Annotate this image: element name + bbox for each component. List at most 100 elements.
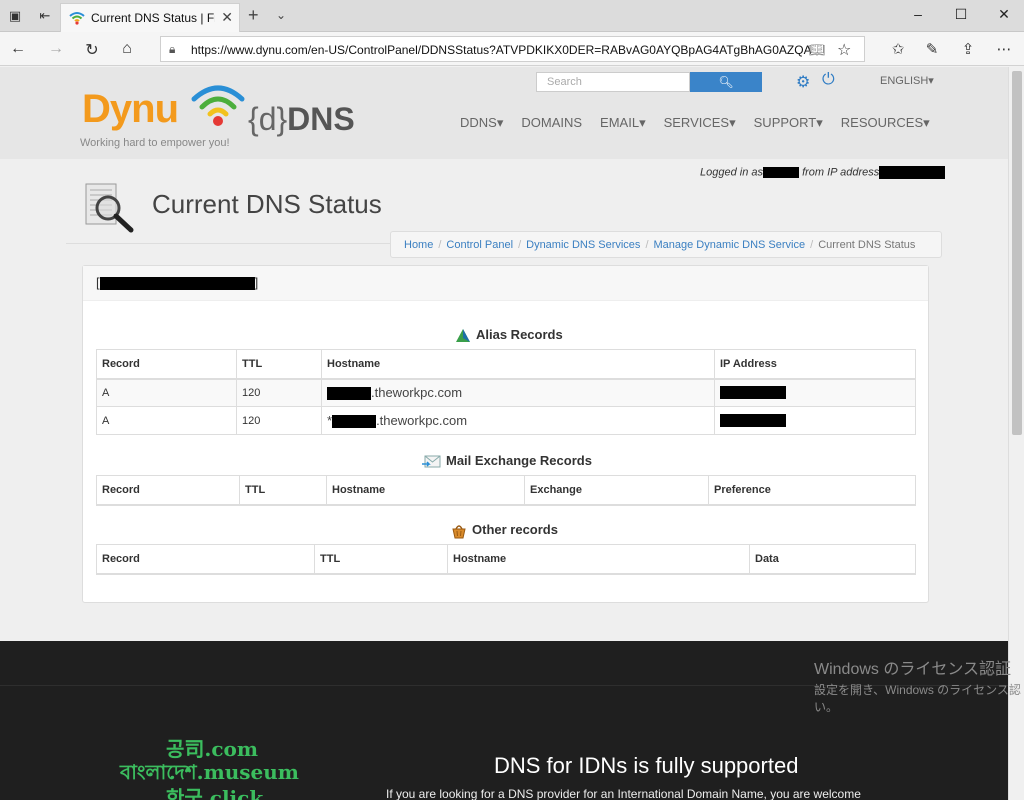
col-ttl: TTL — [239, 475, 327, 506]
dns-search-magnifier-icon — [85, 183, 134, 233]
redacted-ip — [879, 166, 946, 179]
browser-address-bar: ← → ↻ ⌂ 🔒︎ https://www.dynu.com/en-US/Co… — [0, 32, 1024, 66]
mx-records-table: Record TTL Hostname Exchange Preference — [96, 475, 916, 506]
logo-product-braces: {d} — [248, 101, 288, 137]
search-icon: 🔍︎ — [718, 75, 734, 89]
windows-activation-watermark: Windows のライセンス認証 設定を開き、Windows のライセンス認 い… — [814, 655, 1021, 715]
breadcrumb-home[interactable]: Home — [404, 239, 433, 251]
cell-record: A — [96, 378, 237, 407]
menu-resources[interactable]: RESOURCES▾ — [841, 115, 930, 135]
search-input[interactable]: Search — [536, 72, 690, 92]
set-aside-tabs-icon[interactable]: ⇤ — [36, 7, 54, 25]
forward-icon[interactable]: → — [46, 40, 66, 58]
other-records-title-text: Other records — [472, 522, 558, 537]
tab-current-dns-status[interactable]: Current DNS Status | Fre ✕ — [60, 3, 240, 32]
dynu-wifi-favicon-icon — [69, 12, 85, 25]
language-dropdown[interactable]: ENGLISH▾ — [880, 74, 934, 87]
logo-product: {d}DNS — [248, 101, 355, 138]
share-icon[interactable]: ⇪ — [958, 40, 978, 58]
cell-record: A — [96, 406, 237, 435]
breadcrumb-separator: / — [438, 239, 442, 251]
activation-line-1: Windows のライセンス認証 — [814, 661, 1012, 678]
new-tab-icon[interactable]: + — [248, 5, 259, 26]
activation-line-3: い。 — [814, 700, 839, 714]
pen-notes-icon[interactable]: ✎ — [922, 40, 942, 58]
reading-view-icon[interactable]: 📖︎ — [809, 42, 826, 58]
tab-actions-icon[interactable]: ▣ — [6, 7, 24, 25]
menu-email-label: EMAIL — [600, 115, 640, 130]
table-header-row: Record TTL Hostname IP Address — [96, 349, 916, 380]
favorites-list-icon[interactable]: ✩ — [888, 40, 908, 58]
maximize-icon[interactable]: ☐ — [951, 6, 971, 23]
logged-ip-label: from IP address — [802, 166, 880, 179]
col-exchange: Exchange — [524, 475, 709, 506]
redacted-username — [763, 167, 799, 178]
back-icon[interactable]: ← — [8, 40, 28, 58]
activation-line-2: 設定を開き、Windows のライセンス認 — [814, 683, 1021, 697]
scrollbar-thumb[interactable] — [1012, 71, 1022, 435]
search-button[interactable]: 🔍︎ — [690, 72, 762, 92]
col-hostname: Hostname — [447, 544, 750, 575]
menu-ddns[interactable]: DDNS▾ — [460, 115, 503, 135]
table-header-row: Record TTL Hostname Data — [96, 544, 916, 575]
other-records-table: Record TTL Hostname Data — [96, 544, 916, 575]
breadcrumb-dynamic-dns-services[interactable]: Dynamic DNS Services — [526, 239, 640, 251]
refresh-icon[interactable]: ↻ — [82, 40, 102, 60]
logged-in-prefix: Logged in as — [700, 166, 763, 179]
breadcrumb-control-panel[interactable]: Control Panel — [446, 239, 513, 251]
tab-close-icon[interactable]: ✕ — [221, 9, 233, 26]
menu-email[interactable]: EMAIL▾ — [600, 115, 646, 135]
url-field[interactable]: 🔒︎ https://www.dynu.com/en-US/ControlPan… — [160, 36, 865, 62]
logo-brand-text: Dynu — [82, 87, 179, 131]
alias-records-table: Record TTL Hostname IP Address A 120 .th… — [96, 349, 916, 435]
menu-domains-label: DOMAINS — [521, 115, 583, 130]
home-icon[interactable]: ⌂ — [117, 40, 137, 58]
col-ttl: TTL — [314, 544, 448, 575]
cell-hostname: .theworkpc.com — [321, 378, 715, 407]
mail-envelope-icon — [422, 455, 441, 468]
site-header: Dynu {d}DNS Working hard to empower you!… — [0, 67, 1008, 159]
col-hostname: Hostname — [326, 475, 525, 506]
menu-support-label: SUPPORT — [753, 115, 817, 130]
close-window-icon[interactable]: ✕ — [994, 6, 1014, 23]
wifi-logo-icon — [191, 85, 245, 126]
table-row: A 120 * .theworkpc.com — [96, 406, 916, 435]
lock-icon: 🔒︎ — [169, 42, 176, 56]
minimize-icon[interactable]: – — [908, 6, 928, 22]
cell-hostname: * .theworkpc.com — [321, 406, 715, 435]
col-record: Record — [96, 544, 315, 575]
idn-example-3: 한국.click — [166, 786, 264, 800]
logo-product-name: DNS — [287, 101, 355, 137]
menu-domains[interactable]: DOMAINS — [521, 115, 582, 135]
table-row: A 120 .theworkpc.com — [96, 378, 916, 407]
basket-icon — [452, 524, 466, 539]
main-menu: DDNS▾ DOMAINS EMAIL▾ SERVICES▾ SUPPORT▾ … — [460, 115, 930, 135]
panel-heading-close-bracket: ] — [254, 275, 259, 290]
col-record: Record — [96, 349, 237, 380]
settings-gears-icon[interactable]: ⚙ — [796, 72, 810, 92]
col-ip-address: IP Address — [714, 349, 916, 380]
menu-services[interactable]: SERVICES▾ — [664, 115, 736, 135]
browser-tab-bar: ▣ ⇤ Current DNS Status | Fre ✕ + ⌄ – ☐ ✕ — [0, 0, 1024, 32]
tab-list-chevron-icon[interactable]: ⌄ — [276, 8, 286, 22]
url-text: https://www.dynu.com/en-US/ControlPanel/… — [191, 43, 811, 57]
dynu-logo[interactable]: Dynu {d}DNS Working hard to empower you! — [80, 81, 370, 161]
redacted-hostname — [99, 277, 255, 291]
page-title: Current DNS Status — [152, 189, 382, 219]
mx-records-title-text: Mail Exchange Records — [446, 453, 592, 468]
logout-power-icon[interactable]: ⏻ — [822, 71, 835, 89]
alias-records-title-text: Alias Records — [476, 327, 563, 342]
favorite-star-icon[interactable]: ☆ — [837, 40, 851, 60]
cell-ttl: 120 — [236, 406, 322, 435]
cell-ip — [714, 406, 916, 435]
col-hostname: Hostname — [321, 349, 715, 380]
panel-heading: [] — [83, 266, 928, 301]
breadcrumb-manage-dynamic-dns[interactable]: Manage Dynamic DNS Service — [654, 239, 806, 251]
hostname-suffix: .theworkpc.com — [371, 385, 463, 401]
more-menu-icon[interactable]: ⋯ — [994, 40, 1014, 58]
tab-title: Current DNS Status | Fre — [91, 11, 215, 25]
menu-support[interactable]: SUPPORT▾ — [754, 115, 823, 135]
logo-tagline: Working hard to empower you! — [80, 137, 230, 149]
redacted-host — [332, 415, 377, 429]
alias-records-icon — [456, 328, 470, 342]
